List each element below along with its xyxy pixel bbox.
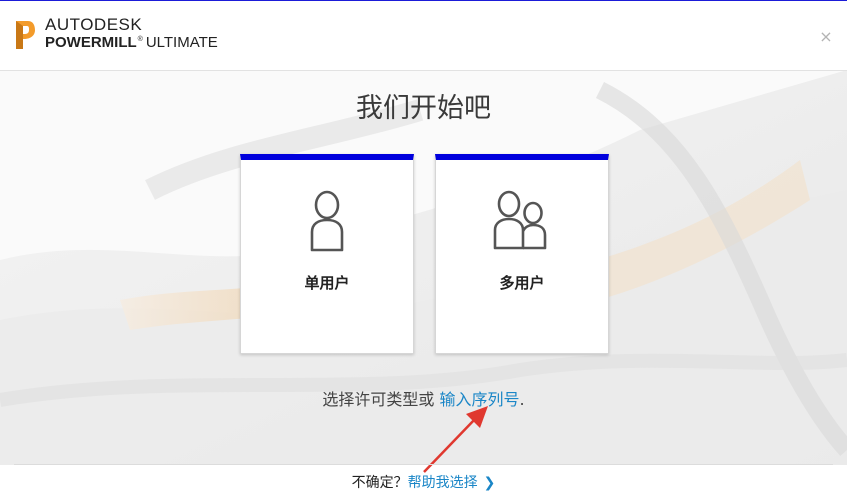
brand-name: AUTODESK (45, 15, 143, 34)
single-user-icon (241, 190, 413, 252)
unsure-text: 不确定？ (351, 475, 408, 491)
period: . (519, 390, 525, 409)
annotation-arrow-icon (423, 406, 488, 473)
multi-user-label: 多用户 (499, 274, 545, 292)
license-dialog: AUTODESK POWERMILL® ULTIMATE × 我们开始吧 单用户 … (0, 0, 847, 495)
chevron-right-icon[interactable]: ❯ (484, 475, 496, 491)
footer-divider (14, 464, 833, 465)
product-name-bold: POWERMILL (45, 34, 137, 51)
product-edition: ULTIMATE (145, 34, 218, 51)
autodesk-logo-icon (16, 21, 35, 49)
multi-user-card[interactable]: 多用户 (435, 154, 609, 354)
close-button[interactable]: × (819, 29, 833, 45)
help-me-choose-link[interactable]: 帮助我选择 (408, 475, 478, 491)
multi-user-icon (436, 190, 608, 252)
registered-mark: ® (137, 36, 143, 43)
dialog-footer: 不确定？帮助我选择 ❯ (0, 472, 847, 492)
single-user-card[interactable]: 单用户 (240, 154, 414, 354)
single-user-label: 单用户 (304, 274, 350, 292)
product-name: POWERMILL® ULTIMATE (45, 34, 218, 51)
page-title: 我们开始吧 (356, 93, 491, 124)
dialog-header: AUTODESK POWERMILL® ULTIMATE × (0, 1, 847, 71)
